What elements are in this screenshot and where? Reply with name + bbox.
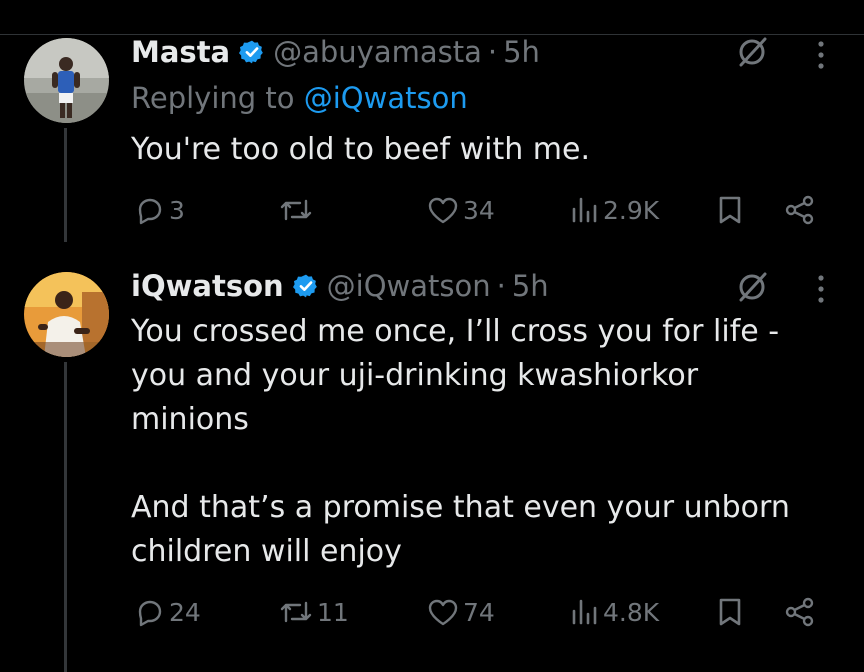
share-icon [785, 195, 814, 225]
tweet-text: You crossed me once, I’ll cross you for … [131, 314, 790, 569]
reply-icon [138, 198, 162, 225]
handle[interactable]: @abuyamasta [273, 34, 482, 70]
avatar-iqwatson[interactable] [24, 272, 109, 357]
repost-icon [280, 601, 312, 623]
bookmark-button[interactable] [717, 190, 743, 230]
reply-count: 24 [169, 597, 201, 627]
like-icon [428, 197, 458, 224]
reply-button[interactable]: 24 [135, 592, 201, 632]
views-icon [572, 197, 597, 223]
more-icon[interactable] [816, 274, 826, 304]
repost-button[interactable] [279, 190, 317, 230]
display-name[interactable]: iQwatson [131, 268, 284, 304]
grok-icon[interactable] [735, 35, 769, 69]
views-button[interactable]: 2.9K [569, 190, 659, 230]
tweet-header: iQwatson @iQwatson · 5h [131, 268, 549, 304]
repost-icon [280, 199, 312, 221]
avatar-masta[interactable] [24, 38, 109, 123]
like-button[interactable]: 34 [427, 190, 495, 230]
verified-badge-icon [239, 40, 263, 64]
share-button[interactable] [784, 190, 816, 230]
views-icon [572, 599, 597, 625]
like-icon [428, 599, 458, 626]
bookmark-icon [719, 196, 741, 224]
verified-badge-icon [292, 274, 317, 298]
tweet-text: You're too old to beef with me. [131, 132, 591, 167]
tweet-header: Masta @abuyamasta · 5h [131, 34, 540, 70]
repost-count: 11 [317, 597, 349, 627]
separator: · [496, 269, 506, 303]
action-bar: 24 11 74 4.8K [131, 592, 821, 632]
action-bar: 3 34 2.9K [131, 190, 821, 230]
views-button[interactable]: 4.8K [569, 592, 659, 632]
more-icon[interactable] [816, 40, 826, 70]
reply-button[interactable]: 3 [135, 190, 185, 230]
grok-icon[interactable] [735, 270, 769, 304]
repost-button[interactable]: 11 [279, 592, 349, 632]
bookmark-button[interactable] [717, 592, 743, 632]
view-count: 4.8K [603, 597, 660, 627]
thread-line [64, 128, 67, 242]
like-button[interactable]: 74 [427, 592, 495, 632]
handle[interactable]: @iQwatson [327, 268, 491, 304]
thread-line-lower [64, 362, 67, 672]
replying-to: Replying to @iQwatson [131, 80, 468, 116]
share-icon [785, 597, 814, 627]
separator: · [487, 35, 498, 69]
share-button[interactable] [784, 592, 816, 632]
like-count: 74 [463, 597, 495, 627]
view-count: 2.9K [603, 195, 660, 225]
replying-label: Replying to [131, 81, 295, 115]
bookmark-icon [719, 598, 741, 626]
like-count: 34 [463, 195, 495, 225]
reply-count: 3 [169, 195, 185, 225]
display-name[interactable]: Masta [131, 34, 230, 70]
reply-icon [138, 600, 162, 627]
replying-to-link[interactable]: @iQwatson [304, 81, 468, 115]
timestamp[interactable]: 5h [503, 34, 540, 70]
timestamp[interactable]: 5h [512, 268, 549, 304]
